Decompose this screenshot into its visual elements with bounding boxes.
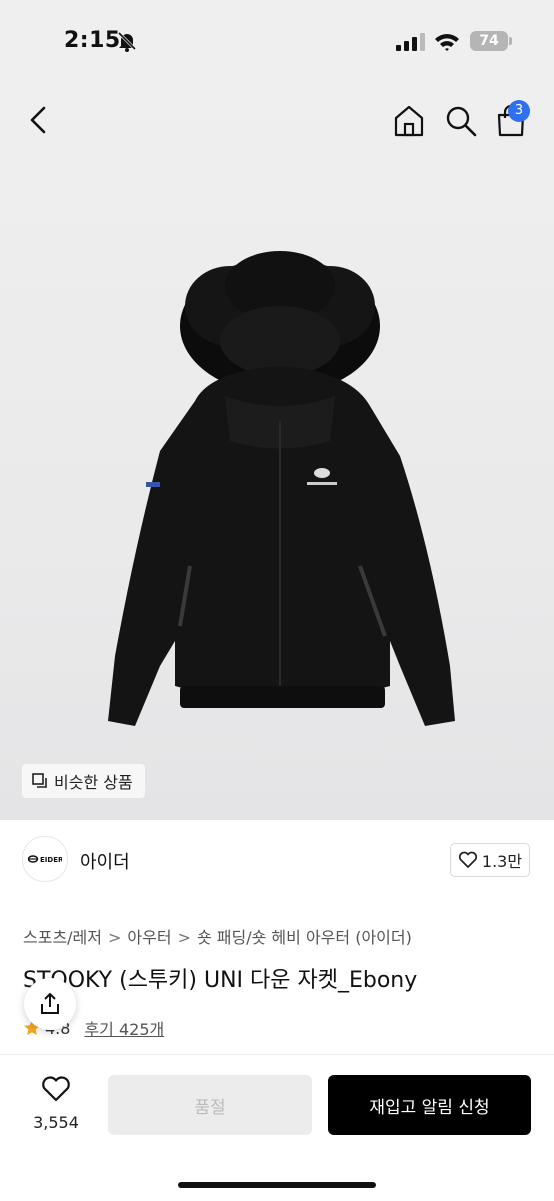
reviews-link[interactable]: 후기 425개 bbox=[84, 1016, 164, 1040]
bottom-action-bar: 3,554 품절 재입고 알림 신청 bbox=[0, 1054, 554, 1201]
share-button[interactable] bbox=[24, 978, 76, 1030]
breadcrumb: 스포츠/레저 > 아우터 > 숏 패딩/숏 헤비 아우터 (아이더) bbox=[23, 924, 412, 948]
bell-muted-icon bbox=[117, 31, 137, 52]
breadcrumb-item[interactable]: 아우터 bbox=[127, 928, 171, 947]
brand-logo[interactable]: EIDER bbox=[22, 836, 68, 882]
product-image-area: 3 비슷한 상품 bbox=[0, 86, 554, 820]
eider-logo-icon: EIDER bbox=[28, 855, 62, 864]
wifi-icon bbox=[435, 34, 459, 51]
cart-count-badge: 3 bbox=[508, 100, 530, 122]
breadcrumb-item[interactable]: 스포츠/레저 bbox=[23, 928, 102, 947]
brand-like-button[interactable]: 1.3만 bbox=[450, 843, 530, 877]
heart-icon bbox=[42, 1076, 70, 1102]
jacket-image bbox=[108, 251, 455, 726]
similar-products-label: 비슷한 상품 bbox=[54, 773, 133, 792]
share-icon bbox=[41, 993, 59, 1014]
brand-name[interactable]: 아이더 bbox=[80, 848, 130, 874]
similar-products-button[interactable]: 비슷한 상품 bbox=[22, 764, 145, 798]
search-icon[interactable] bbox=[444, 104, 478, 138]
brand-like-count: 1.3만 bbox=[481, 852, 523, 871]
home-icon[interactable] bbox=[392, 104, 426, 138]
wishlist-button[interactable]: 3,554 bbox=[28, 1075, 84, 1132]
back-arrow-icon[interactable] bbox=[24, 104, 56, 136]
heart-icon bbox=[458, 851, 477, 868]
chevron-right-icon: > bbox=[177, 928, 191, 947]
battery-tip bbox=[509, 37, 512, 45]
restock-alert-button[interactable]: 재입고 알림 신청 bbox=[328, 1075, 531, 1135]
signal-icon bbox=[396, 33, 425, 51]
similar-icon bbox=[32, 773, 47, 788]
svg-text:EIDER: EIDER bbox=[40, 856, 62, 864]
wishlist-count: 3,554 bbox=[33, 1113, 79, 1132]
chevron-right-icon: > bbox=[108, 928, 122, 947]
product-title: STOOKY (스투키) UNI 다운 자켓_Ebony bbox=[23, 968, 418, 993]
soldout-button: 품절 bbox=[108, 1075, 312, 1135]
home-indicator bbox=[178, 1182, 376, 1188]
breadcrumb-item[interactable]: 숏 패딩/숏 헤비 아우터 (아이더) bbox=[197, 928, 412, 947]
status-time: 2:15 bbox=[64, 28, 121, 53]
battery-icon: 74 bbox=[470, 31, 508, 51]
status-bar: 2:15 74 bbox=[0, 0, 554, 86]
brand-row: EIDER 아이더 1.3만 bbox=[0, 820, 554, 900]
